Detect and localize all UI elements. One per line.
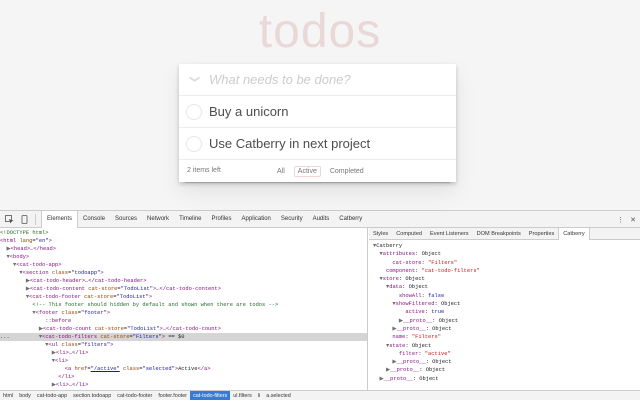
dom-node[interactable]: <a href="/active" class="selected">Activ…: [0, 365, 367, 373]
dom-node[interactable]: ▼<cat-todo-app>: [0, 261, 367, 269]
tab-properties[interactable]: Properties: [525, 228, 559, 240]
breadcrumb-item-active[interactable]: cat-todo-filters: [190, 390, 231, 400]
tab-timeline[interactable]: Timeline: [174, 211, 206, 227]
dom-node-selected[interactable]: ... ▼<cat-todo-filters cat-store="Filter…: [0, 333, 367, 341]
breadcrumb-item[interactable]: ul.filters: [230, 391, 255, 400]
new-todo-input[interactable]: What needs to be done?: [209, 64, 351, 96]
tree-node[interactable]: ▶__proto__: Object: [373, 358, 640, 366]
dom-node[interactable]: ▶<li>…</li>: [0, 381, 367, 389]
toolbar-divider: [35, 213, 36, 225]
dom-node[interactable]: ▶<head>…</head>: [0, 245, 367, 253]
tab-dom-breakpoints[interactable]: DOM Breakpoints: [473, 228, 525, 240]
devtools-window-controls: ⋮ ✕: [617, 211, 636, 228]
tab-styles[interactable]: Styles: [369, 228, 392, 240]
dom-node[interactable]: ▶<li>…</li>: [0, 349, 367, 357]
dom-node[interactable]: <!DOCTYPE html>: [0, 229, 367, 237]
breadcrumb-item[interactable]: html: [0, 391, 16, 400]
tab-security[interactable]: Security: [276, 211, 308, 227]
dom-node[interactable]: ▼<body>: [0, 253, 367, 261]
todo-label[interactable]: Buy a unicorn: [209, 96, 289, 128]
tree-node[interactable]: name: "Filters": [373, 333, 640, 341]
dom-node[interactable]: <!-- This footer should hidden by defaul…: [0, 301, 367, 309]
dom-node[interactable]: </li>: [0, 373, 367, 381]
todo-header: ❯ What needs to be done?: [179, 64, 456, 96]
tab-network[interactable]: Network: [142, 211, 174, 227]
tree-node[interactable]: ▶__proto__: Object: [373, 375, 640, 383]
dom-node[interactable]: ▼<footer class="footer">: [0, 309, 367, 317]
breadcrumb-item[interactable]: a.selected: [263, 391, 294, 400]
breadcrumb: html body cat-todo-app section.todoapp c…: [0, 390, 640, 400]
device-mode-icon[interactable]: [19, 214, 30, 225]
more-options-icon[interactable]: ⋮: [617, 216, 624, 224]
dom-node[interactable]: ▶<cat-todo-count cat-store="TodoList">…<…: [0, 325, 367, 333]
tab-elements[interactable]: Elements: [41, 211, 79, 228]
tree-node[interactable]: ▼store: Object: [373, 275, 640, 283]
devtools-body: <!DOCTYPE html> <html lang="en"> ▶<head>…: [0, 228, 640, 391]
tree-node[interactable]: ▼showFiltered: Object: [373, 300, 640, 308]
breadcrumb-item[interactable]: cat-todo-app: [34, 391, 70, 400]
sidebar-tabs: Styles Computed Event Listeners DOM Brea…: [369, 228, 640, 240]
tab-sources[interactable]: Sources: [110, 211, 142, 227]
close-icon[interactable]: ✕: [630, 216, 636, 224]
tree-node[interactable]: ▶__proto__: Object: [373, 317, 640, 325]
dom-node[interactable]: ▶<cat-todo-content cat-store="TodoList">…: [0, 285, 367, 293]
dom-node[interactable]: ::before: [0, 317, 367, 325]
breadcrumb-item[interactable]: li: [255, 391, 263, 400]
filter-completed[interactable]: Completed: [326, 166, 368, 177]
tab-event-listeners[interactable]: Event Listeners: [426, 228, 473, 240]
items-left-count: 2 items left: [187, 167, 221, 174]
dom-node[interactable]: ▼<section class="todoapp">: [0, 269, 367, 277]
app-title: todos: [258, 5, 382, 58]
breadcrumb-item[interactable]: footer.footer: [155, 391, 190, 400]
tree-node[interactable]: component: "cat-todo-filters": [373, 267, 640, 275]
dom-node[interactable]: <html lang="en">: [0, 237, 367, 245]
tree-node[interactable]: ▼Catberry: [373, 242, 640, 250]
elements-tree[interactable]: <!DOCTYPE html> <html lang="en"> ▶<head>…: [0, 228, 368, 391]
todo-item: Use Catberry in next project: [179, 128, 456, 160]
tree-node[interactable]: cat-store: "Filters": [373, 259, 640, 267]
todo-footer: 2 items left All Active Completed: [179, 160, 456, 182]
filter-all[interactable]: All: [273, 166, 289, 177]
dom-node[interactable]: ▼<cat-todo-footer cat-store="TodoList">: [0, 293, 367, 301]
todo-checkbox[interactable]: [186, 136, 202, 152]
tab-catberry-sidebar[interactable]: Catberry: [558, 228, 590, 240]
filter-active[interactable]: Active: [293, 165, 321, 177]
tree-node[interactable]: ▼state: Object: [373, 342, 640, 350]
tree-node[interactable]: ▶__proto__: Object: [373, 325, 640, 333]
tree-node[interactable]: ▶__proto__: Object: [373, 366, 640, 374]
sidebar-pane: Styles Computed Event Listeners DOM Brea…: [369, 228, 640, 391]
breadcrumb-item[interactable]: cat-todo-footer: [114, 391, 155, 400]
app-viewport: todos ❯ What needs to be done? Buy a uni…: [0, 0, 640, 210]
tree-node[interactable]: active: true: [373, 308, 640, 316]
todo-checkbox[interactable]: [186, 104, 202, 120]
filters: All Active Completed: [273, 160, 368, 182]
breadcrumb-item[interactable]: body: [16, 391, 34, 400]
tab-catberry[interactable]: Catberry: [334, 211, 367, 227]
toggle-all-icon[interactable]: ❯: [187, 72, 201, 86]
dom-node[interactable]: ▶<cat-todo-header>…</cat-todo-header>: [0, 277, 367, 285]
todo-card: ❯ What needs to be done? Buy a unicorn U…: [179, 64, 456, 182]
tab-console[interactable]: Console: [78, 211, 110, 227]
tab-profiles[interactable]: Profiles: [207, 211, 237, 227]
tab-computed[interactable]: Computed: [392, 228, 426, 240]
devtools-tabbar: Elements Console Sources Network Timelin…: [0, 211, 640, 228]
inspect-element-icon[interactable]: [4, 214, 15, 225]
dom-node[interactable]: ▼<li>: [0, 357, 367, 365]
todo-label[interactable]: Use Catberry in next project: [209, 128, 370, 160]
tree-node[interactable]: filter: "active": [373, 350, 640, 358]
dom-node[interactable]: ▼<ul class="filters">: [0, 341, 367, 349]
tree-node[interactable]: ▼data: Object: [373, 283, 640, 291]
tab-application[interactable]: Application: [237, 211, 276, 227]
devtools-panel: Elements Console Sources Network Timelin…: [0, 210, 640, 400]
todo-item: Buy a unicorn: [179, 96, 456, 128]
tree-node[interactable]: ▼attributes: Object: [373, 250, 640, 258]
tab-audits[interactable]: Audits: [308, 211, 335, 227]
breadcrumb-item[interactable]: section.todoapp: [70, 391, 114, 400]
catberry-inspector[interactable]: ▼Catberry ▼attributes: Object cat-store:…: [369, 240, 640, 383]
tree-node[interactable]: showAll: false: [373, 292, 640, 300]
